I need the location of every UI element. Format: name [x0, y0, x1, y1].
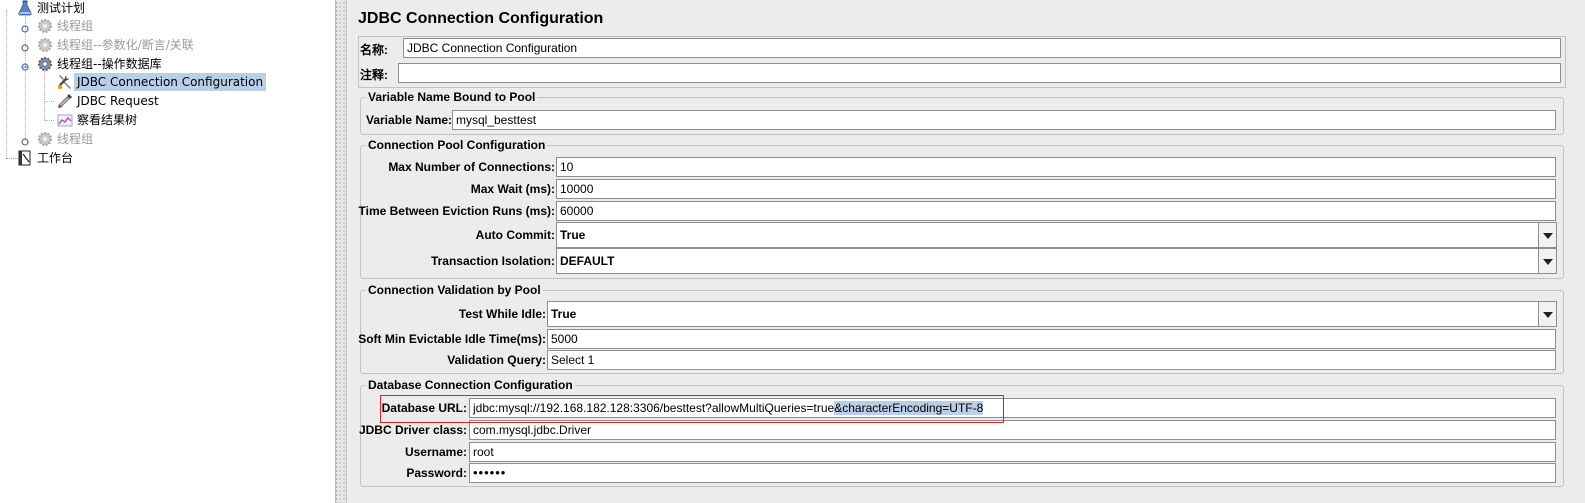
chevron-down-icon[interactable] — [1538, 302, 1556, 326]
tree-item-label: 测试计划 — [37, 1, 86, 15]
variable-name-input[interactable]: mysql_besttest — [452, 110, 1556, 130]
gear-icon — [37, 131, 53, 147]
wrench-icon — [57, 74, 73, 90]
test-while-idle-label: Test While Idle: — [458, 307, 546, 321]
tree-item-label: JDBC Connection Configuration — [74, 73, 267, 91]
workbench-icon — [17, 150, 33, 166]
pipette-icon — [57, 93, 73, 109]
tree-item-label: 线程组--参数化/断言/关联 — [57, 38, 194, 52]
comment-field[interactable] — [398, 63, 1561, 83]
password-input[interactable]: •••••• — [469, 463, 1556, 483]
tree-connector — [25, 16, 26, 140]
tree-item-label: JDBC Request — [77, 94, 159, 108]
username-input[interactable]: root — [469, 442, 1556, 462]
auto-commit-value: True — [560, 228, 586, 242]
test-plan-tree[interactable]: 测试计划 线程组 线程组--参数化/断言/关联 线程组--操作数据库 JDBC … — [0, 0, 336, 503]
transaction-isolation-select[interactable]: DEFAULT — [556, 248, 1557, 274]
jdbc-driver-label: JDBC Driver class: — [358, 423, 467, 437]
tree-item-label: 察看结果树 — [77, 113, 138, 127]
tree-item-label: 线程组--操作数据库 — [57, 57, 162, 71]
config-panel: JDBC Connection Configuration 名称: JDBC C… — [348, 0, 1585, 503]
group-title: Connection Validation by Pool — [366, 283, 543, 297]
comment-label: 注释: — [360, 68, 388, 82]
gear-icon — [37, 37, 53, 53]
name-field[interactable]: JDBC Connection Configuration — [403, 38, 1561, 58]
page-title: JDBC Connection Configuration — [358, 10, 604, 27]
tree-item-label: 线程组 — [57, 132, 94, 146]
auto-commit-label: Auto Commit: — [475, 228, 555, 242]
name-label: 名称: — [360, 43, 388, 57]
tree-toggle[interactable] — [21, 41, 29, 52]
annotation-highlight-box — [380, 395, 1004, 423]
tree-toggle[interactable] — [21, 60, 29, 71]
transaction-isolation-value: DEFAULT — [560, 254, 615, 268]
gear-icon — [37, 56, 53, 72]
soft-min-idle-label: Soft Min Evictable Idle Time(ms): — [358, 332, 546, 346]
group-title: Connection Pool Configuration — [366, 138, 548, 152]
max-wait-label: Max Wait (ms): — [470, 182, 555, 196]
validation-query-label: Validation Query: — [447, 353, 546, 367]
max-connections-input[interactable]: 10 — [556, 157, 1556, 177]
tree-toggle[interactable] — [21, 135, 29, 146]
password-label: Password: — [406, 466, 467, 480]
tree-item-label: 线程组 — [57, 19, 94, 33]
test-while-idle-select[interactable]: True — [547, 301, 1557, 327]
username-label: Username: — [404, 445, 467, 459]
jdbc-driver-input[interactable]: com.mysql.jdbc.Driver — [469, 420, 1556, 440]
tree-item-label: 工作台 — [37, 151, 74, 165]
tree-connector — [6, 10, 7, 158]
gear-icon — [37, 18, 53, 34]
test-plan-icon — [17, 0, 33, 16]
eviction-runs-label: Time Between Eviction Runs (ms): — [358, 204, 555, 218]
group-title: Database Connection Configuration — [366, 378, 575, 392]
eviction-runs-input[interactable]: 60000 — [556, 201, 1556, 221]
max-connections-label: Max Number of Connections: — [388, 160, 555, 174]
split-pane-divider[interactable] — [336, 0, 347, 503]
tree-connector — [44, 71, 45, 120]
group-title: Variable Name Bound to Pool — [366, 90, 538, 104]
soft-min-idle-input[interactable]: 5000 — [547, 329, 1556, 349]
chevron-down-icon[interactable] — [1538, 223, 1556, 247]
tree-connector — [44, 120, 54, 121]
test-while-idle-value: True — [551, 307, 577, 321]
validation-query-input[interactable]: Select 1 — [547, 350, 1556, 370]
tree-connector — [44, 101, 54, 102]
result-tree-icon — [57, 112, 73, 128]
tree-toggle[interactable] — [21, 22, 29, 33]
max-wait-input[interactable]: 10000 — [556, 179, 1556, 199]
variable-name-label: Variable Name: — [366, 113, 453, 127]
auto-commit-select[interactable]: True — [556, 222, 1557, 248]
transaction-isolation-label: Transaction Isolation: — [430, 254, 555, 268]
chevron-down-icon[interactable] — [1538, 249, 1556, 273]
